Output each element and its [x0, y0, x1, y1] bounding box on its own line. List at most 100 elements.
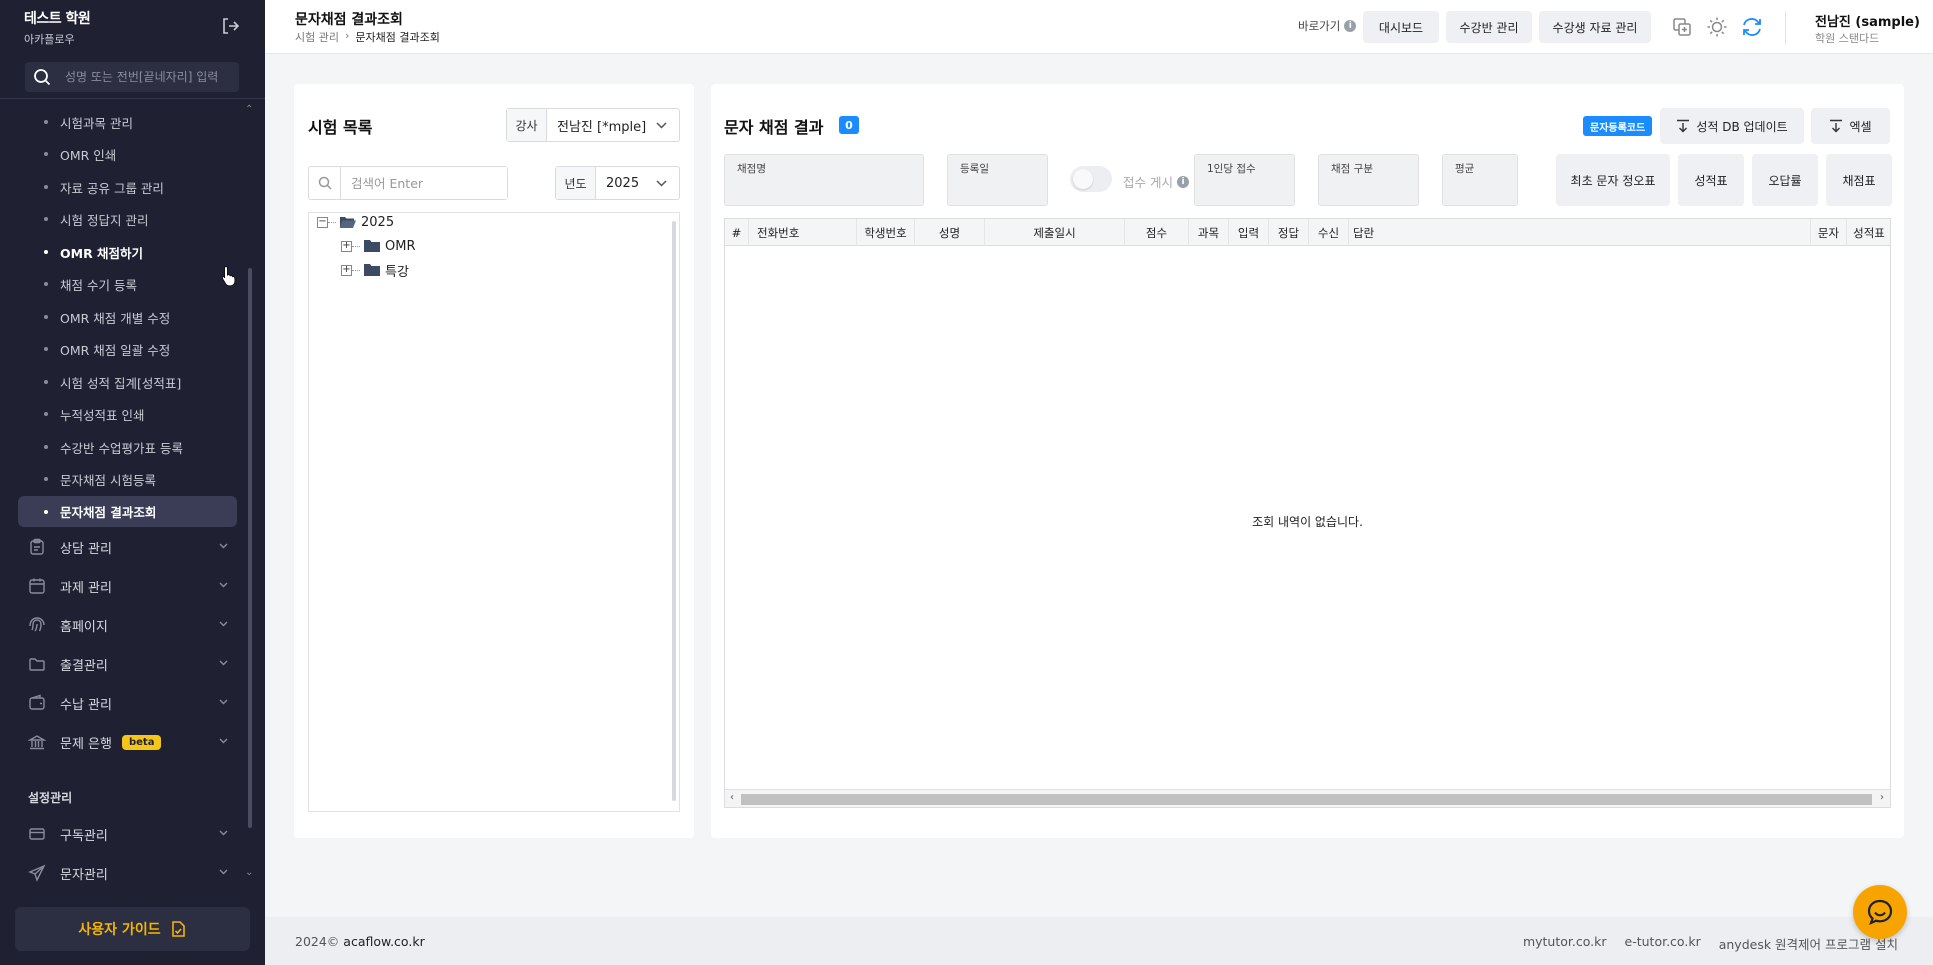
exam-search-input[interactable]: [341, 167, 507, 199]
scroll-down-arrow[interactable]: ⌄: [245, 867, 253, 878]
sidebar-scrollbar[interactable]: [248, 268, 252, 828]
sms-result-title: 문자 채점 결과: [724, 118, 824, 137]
table-hscrollbar[interactable]: ‹ ›: [725, 789, 1890, 807]
chevron-down-icon: [656, 180, 667, 187]
publish-toggle[interactable]: [1070, 166, 1112, 192]
sidebar-item-cumulative-print[interactable]: 누적성적표 인쇄: [44, 401, 234, 427]
column-header[interactable]: 문자: [1811, 219, 1847, 246]
scroll-up-arrow[interactable]: ⌃: [245, 104, 253, 115]
column-header[interactable]: #: [725, 219, 749, 246]
sidebar-item-label: 수강반 수업평가표 등록: [60, 440, 183, 456]
user-guide-button[interactable]: 사용자 가이드: [15, 907, 250, 951]
sidebar-item-sms-result[interactable]: 문자채점 결과조회: [18, 496, 237, 527]
grade-sheet-button[interactable]: 채점표: [1826, 154, 1892, 206]
column-header[interactable]: 학생번호: [857, 219, 915, 246]
column-header[interactable]: 과목: [1189, 219, 1229, 246]
sidebar-menu-label: 홈페이지: [60, 619, 108, 635]
tree-node-special[interactable]: + 특강: [341, 260, 409, 280]
result-table: # 전화번호 학생번호 성명 제출일시 점수 과목 입력 정답 수신 답란 문자…: [724, 218, 1891, 808]
scroll-thumb[interactable]: [741, 794, 1872, 805]
field-grade-type[interactable]: 채점 구분: [1318, 154, 1419, 206]
teacher-select[interactable]: 강사 전남진 [*mple]: [506, 108, 680, 142]
breadcrumb-item[interactable]: 시험 관리: [295, 29, 339, 45]
sidebar-item-omr-print[interactable]: OMR 인쇄: [44, 141, 234, 167]
field-grade-name[interactable]: 채점명: [724, 154, 924, 206]
sidebar-menu-homepage[interactable]: 홈페이지: [28, 610, 228, 640]
sidebar-item-share-group[interactable]: 자료 공유 그룹 관리: [44, 174, 234, 200]
sidebar-menu-label: 문제 은행: [60, 736, 112, 752]
logout-icon[interactable]: [220, 16, 240, 36]
expand-icon[interactable]: +: [341, 264, 352, 276]
field-average[interactable]: 평균: [1442, 154, 1518, 206]
field-reg-date[interactable]: 등록일: [947, 154, 1048, 206]
footer-link-mytutor[interactable]: mytutor.co.kr: [1523, 934, 1607, 953]
sidebar-menu-sms[interactable]: 문자관리: [28, 858, 228, 888]
side-search-input[interactable]: [65, 62, 235, 92]
empty-message: 조회 내역이 없습니다.: [1252, 515, 1363, 529]
first-sms-answer-button[interactable]: 최초 문자 정오표: [1556, 154, 1670, 206]
year-select[interactable]: 년도 2025: [555, 166, 680, 200]
mouse-cursor-icon: [221, 265, 236, 287]
sidebar-item-answer-sheet[interactable]: 시험 정답지 관리: [44, 206, 234, 232]
sidebar-menu-payment[interactable]: 수납 관리: [28, 688, 228, 718]
collapse-icon[interactable]: −: [317, 216, 328, 228]
sidebar-item-label: OMR 채점 개별 수정: [60, 310, 171, 326]
info-icon[interactable]: i: [1344, 20, 1357, 32]
column-header[interactable]: 답란: [1349, 219, 1811, 246]
class-manage-button[interactable]: 수강반 관리: [1446, 11, 1532, 43]
column-header[interactable]: 제출일시: [985, 219, 1125, 246]
brand: 테스트 학원 아카플로우: [24, 8, 91, 47]
sidebar-menu-subscription[interactable]: 구독관리: [28, 819, 228, 849]
column-header[interactable]: 점수: [1125, 219, 1189, 246]
brightness-icon[interactable]: [1706, 16, 1728, 38]
scroll-left-arrow[interactable]: ‹: [730, 792, 734, 803]
sidebar-item-omr-bulk-edit[interactable]: OMR 채점 일괄 수정: [44, 336, 234, 362]
dashboard-button[interactable]: 대시보드: [1363, 11, 1439, 43]
user-name[interactable]: 전남진 (sample): [1815, 11, 1920, 30]
sidebar-item-sms-exam-register[interactable]: 문자채점 시험등록: [44, 466, 234, 492]
sidebar-menu-consult[interactable]: 상담 관리: [28, 532, 228, 562]
footer-site[interactable]: acaflow.co.kr: [343, 934, 424, 949]
column-header[interactable]: 정답: [1269, 219, 1309, 246]
wallet-icon: [29, 694, 45, 710]
tree-scrollbar[interactable]: [672, 221, 676, 801]
sidebar-menu-label: 구독관리: [60, 828, 108, 844]
column-header[interactable]: 성적표: [1847, 219, 1891, 246]
excel-button[interactable]: 엑셀: [1811, 108, 1890, 144]
sidebar-menu-attendance[interactable]: 출결관리: [28, 649, 228, 679]
sidebar-menu-label: 상담 관리: [60, 541, 112, 557]
sidebar-menu-assignment[interactable]: 과제 관리: [28, 571, 228, 601]
sidebar-item-exam-subject[interactable]: 시험과목 관리: [44, 109, 234, 135]
column-header[interactable]: 수신: [1309, 219, 1349, 246]
column-header[interactable]: 전화번호: [749, 219, 857, 246]
footer-link-etutor[interactable]: e-tutor.co.kr: [1625, 934, 1701, 953]
sidebar-menu-label: 문자관리: [60, 867, 108, 883]
expand-icon[interactable]: +: [341, 240, 352, 252]
info-icon[interactable]: i: [1176, 175, 1189, 188]
tree-node-omr[interactable]: + OMR: [341, 236, 415, 256]
sms-code-badge[interactable]: 문자등록코드: [1583, 116, 1653, 136]
report-card-button[interactable]: 성적표: [1678, 154, 1744, 206]
scroll-right-arrow[interactable]: ›: [1880, 792, 1884, 803]
sidebar-menu-question-bank[interactable]: 문제 은행 beta: [28, 727, 228, 757]
chat-button[interactable]: [1853, 885, 1907, 939]
folder-icon: [364, 240, 380, 252]
sidebar-menu-label: 수납 관리: [60, 697, 112, 713]
column-header[interactable]: 성명: [915, 219, 985, 246]
sidebar-item-manual-grade[interactable]: 채점 수기 등록: [44, 271, 234, 297]
copy-window-icon[interactable]: [1671, 16, 1693, 38]
sidebar-item-omr-grade[interactable]: OMR 채점하기: [44, 239, 234, 265]
db-update-label: 성적 DB 업데이트: [1696, 119, 1788, 134]
sidebar-item-class-evaluation[interactable]: 수강반 수업평가표 등록: [44, 434, 234, 460]
exam-list-panel: 시험 목록 강사 전남진 [*mple] 년도 2025 − 2025 +: [294, 84, 694, 838]
tree-node-root[interactable]: − 2025: [317, 212, 394, 232]
student-data-button[interactable]: 수강생 자료 관리: [1539, 11, 1651, 43]
db-update-button[interactable]: 성적 DB 업데이트: [1660, 108, 1804, 144]
sidebar-item-score-summary[interactable]: 시험 성적 집계[성적표]: [44, 369, 234, 395]
sidebar-item-omr-edit[interactable]: OMR 채점 개별 수정: [44, 304, 234, 330]
wrong-rate-button[interactable]: 오답률: [1752, 154, 1818, 206]
refresh-icon[interactable]: [1741, 16, 1763, 38]
column-header[interactable]: 입력: [1229, 219, 1269, 246]
chevron-down-icon: [219, 621, 228, 627]
field-per-person[interactable]: 1인당 접수: [1194, 154, 1295, 206]
